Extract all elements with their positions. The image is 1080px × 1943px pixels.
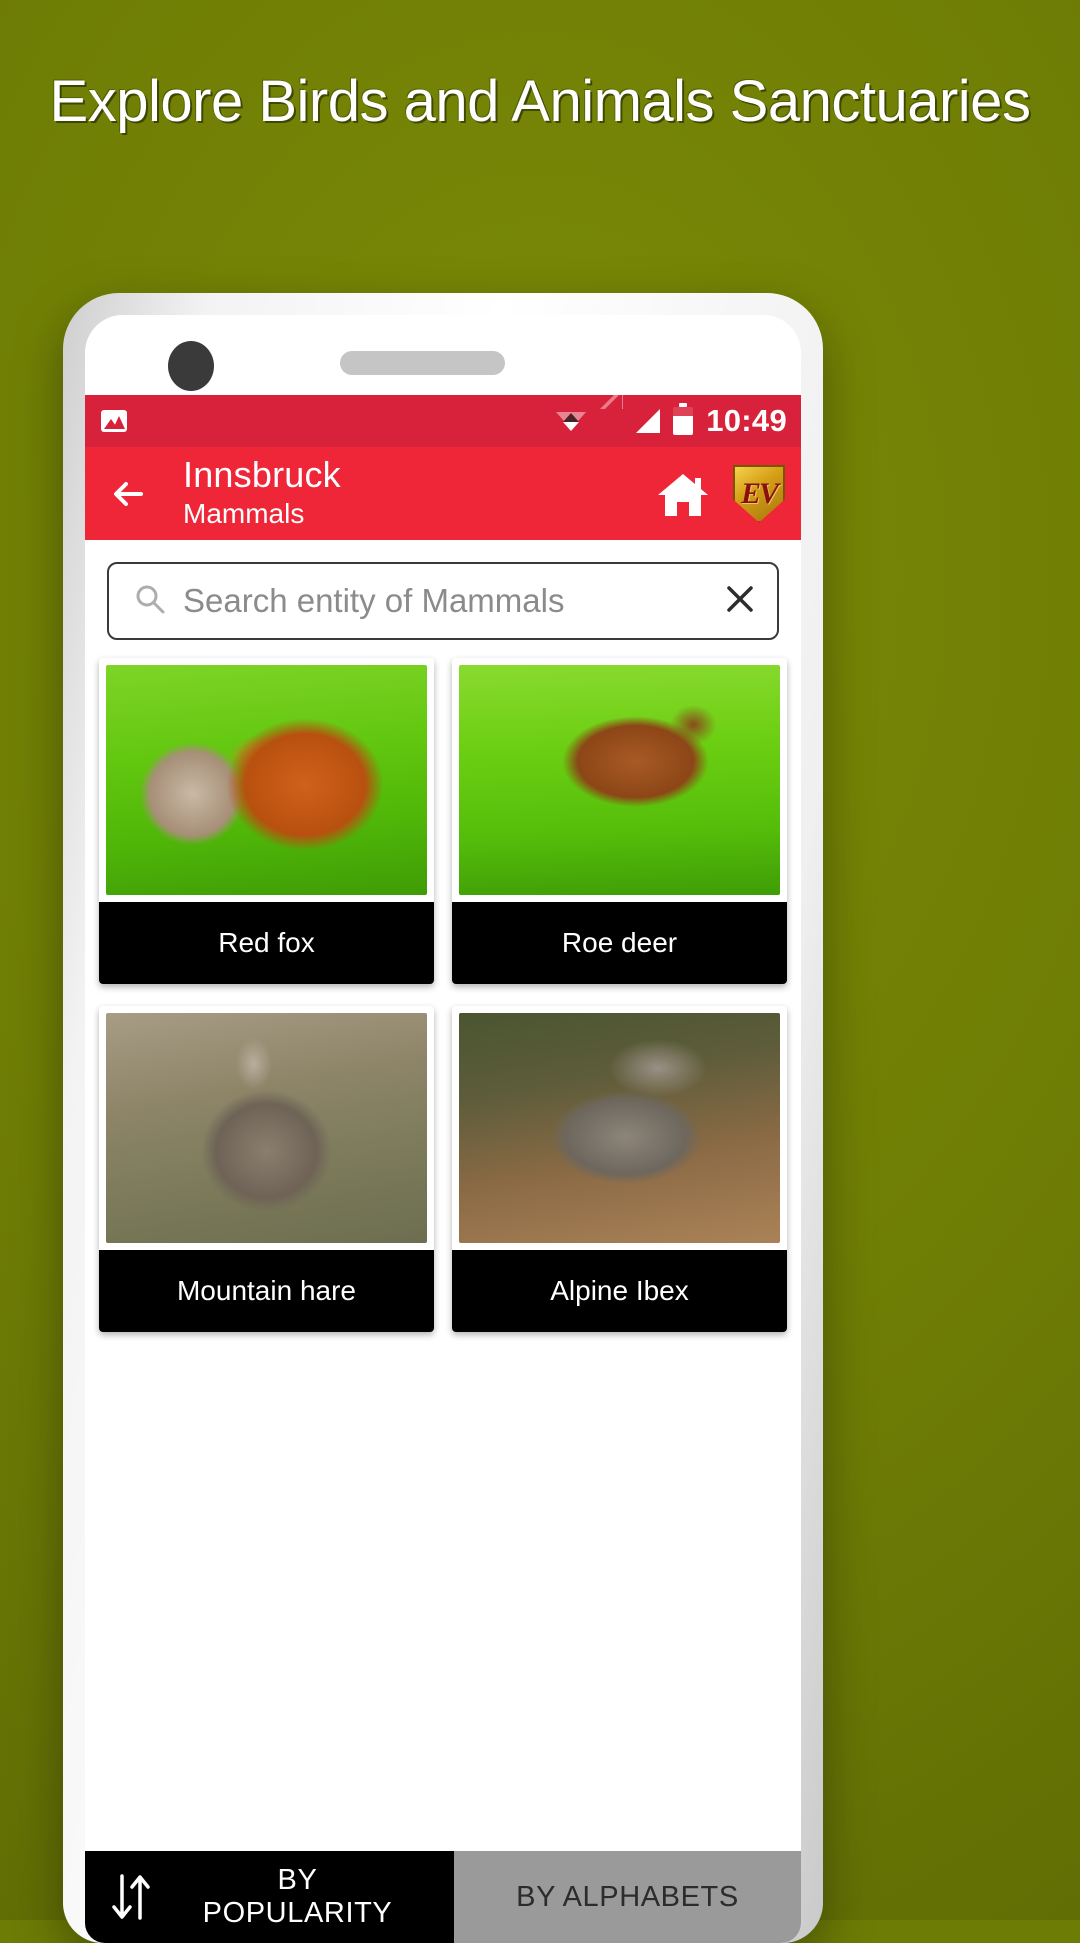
entity-card[interactable]: Alpine Ibex [452,1006,787,1332]
search-box[interactable] [107,562,779,640]
entity-label: Red fox [99,902,434,984]
signal-full-icon [636,409,661,433]
status-bar-left [101,410,127,432]
speaker-grille [340,351,505,375]
entity-card[interactable]: Red fox [99,658,434,984]
battery-icon [673,403,694,435]
page-headline: Explore Birds and Animals Sanctuaries [49,69,1031,134]
phone-frame: 10:49 Innsbruck Mammals EV Search entity… [63,293,823,1943]
camera-icon [168,341,214,391]
app-logo[interactable]: EV [733,464,785,523]
photo-icon [101,410,127,432]
phone-top-bezel [85,315,801,391]
entity-photo-frame [99,1006,434,1243]
back-arrow-icon[interactable] [107,468,159,520]
status-bar-right: 10:49 [556,395,787,439]
sort-by-popularity-label: BY POPULARITY [202,1864,393,1929]
entity-photo-frame [452,658,787,895]
search-section [85,540,801,640]
page-title: Innsbruck [183,453,341,495]
entity-card[interactable]: Roe deer [452,658,787,984]
wifi-icon [556,408,587,434]
app-logo-text: EV [740,476,779,510]
page-subtitle: Mammals [183,498,305,530]
sort-by-popularity-tab[interactable]: BY POPULARITY [85,1851,454,1943]
entity-photo [106,665,427,895]
entity-photo [459,665,780,895]
entity-photo [459,1013,780,1243]
app-bar-titles: Innsbruck Mammals [183,453,341,532]
entity-grid: Red fox Roe deer Mountain hare Alpine Ib… [85,640,801,1332]
status-bar: 10:49 [85,395,801,447]
sort-arrows-icon [107,1870,155,1924]
status-bar-clock: 10:49 [706,403,787,438]
entity-card[interactable]: Mountain hare [99,1006,434,1332]
home-icon[interactable] [655,468,711,520]
entity-label: Roe deer [452,902,787,984]
app-screen: 10:49 Innsbruck Mammals EV Search entity… [85,395,801,1943]
entity-photo [106,1013,427,1243]
entity-label: Mountain hare [99,1250,434,1332]
signal-hollow-icon [599,395,624,433]
app-bar: Innsbruck Mammals EV [85,447,801,540]
entity-photo-frame [99,658,434,895]
sort-by-alphabets-tab[interactable]: BY ALPHABETS [454,1851,801,1943]
search-input[interactable] [183,582,721,620]
close-icon[interactable] [721,580,759,623]
search-icon [133,582,167,621]
entity-label: Alpine Ibex [452,1250,787,1332]
app-bar-actions: EV [655,464,785,523]
sort-bar: BY POPULARITY BY ALPHABETS [85,1851,801,1943]
phone-screen-bezel: 10:49 Innsbruck Mammals EV Search entity… [85,315,801,1943]
entity-photo-frame [452,1006,787,1243]
